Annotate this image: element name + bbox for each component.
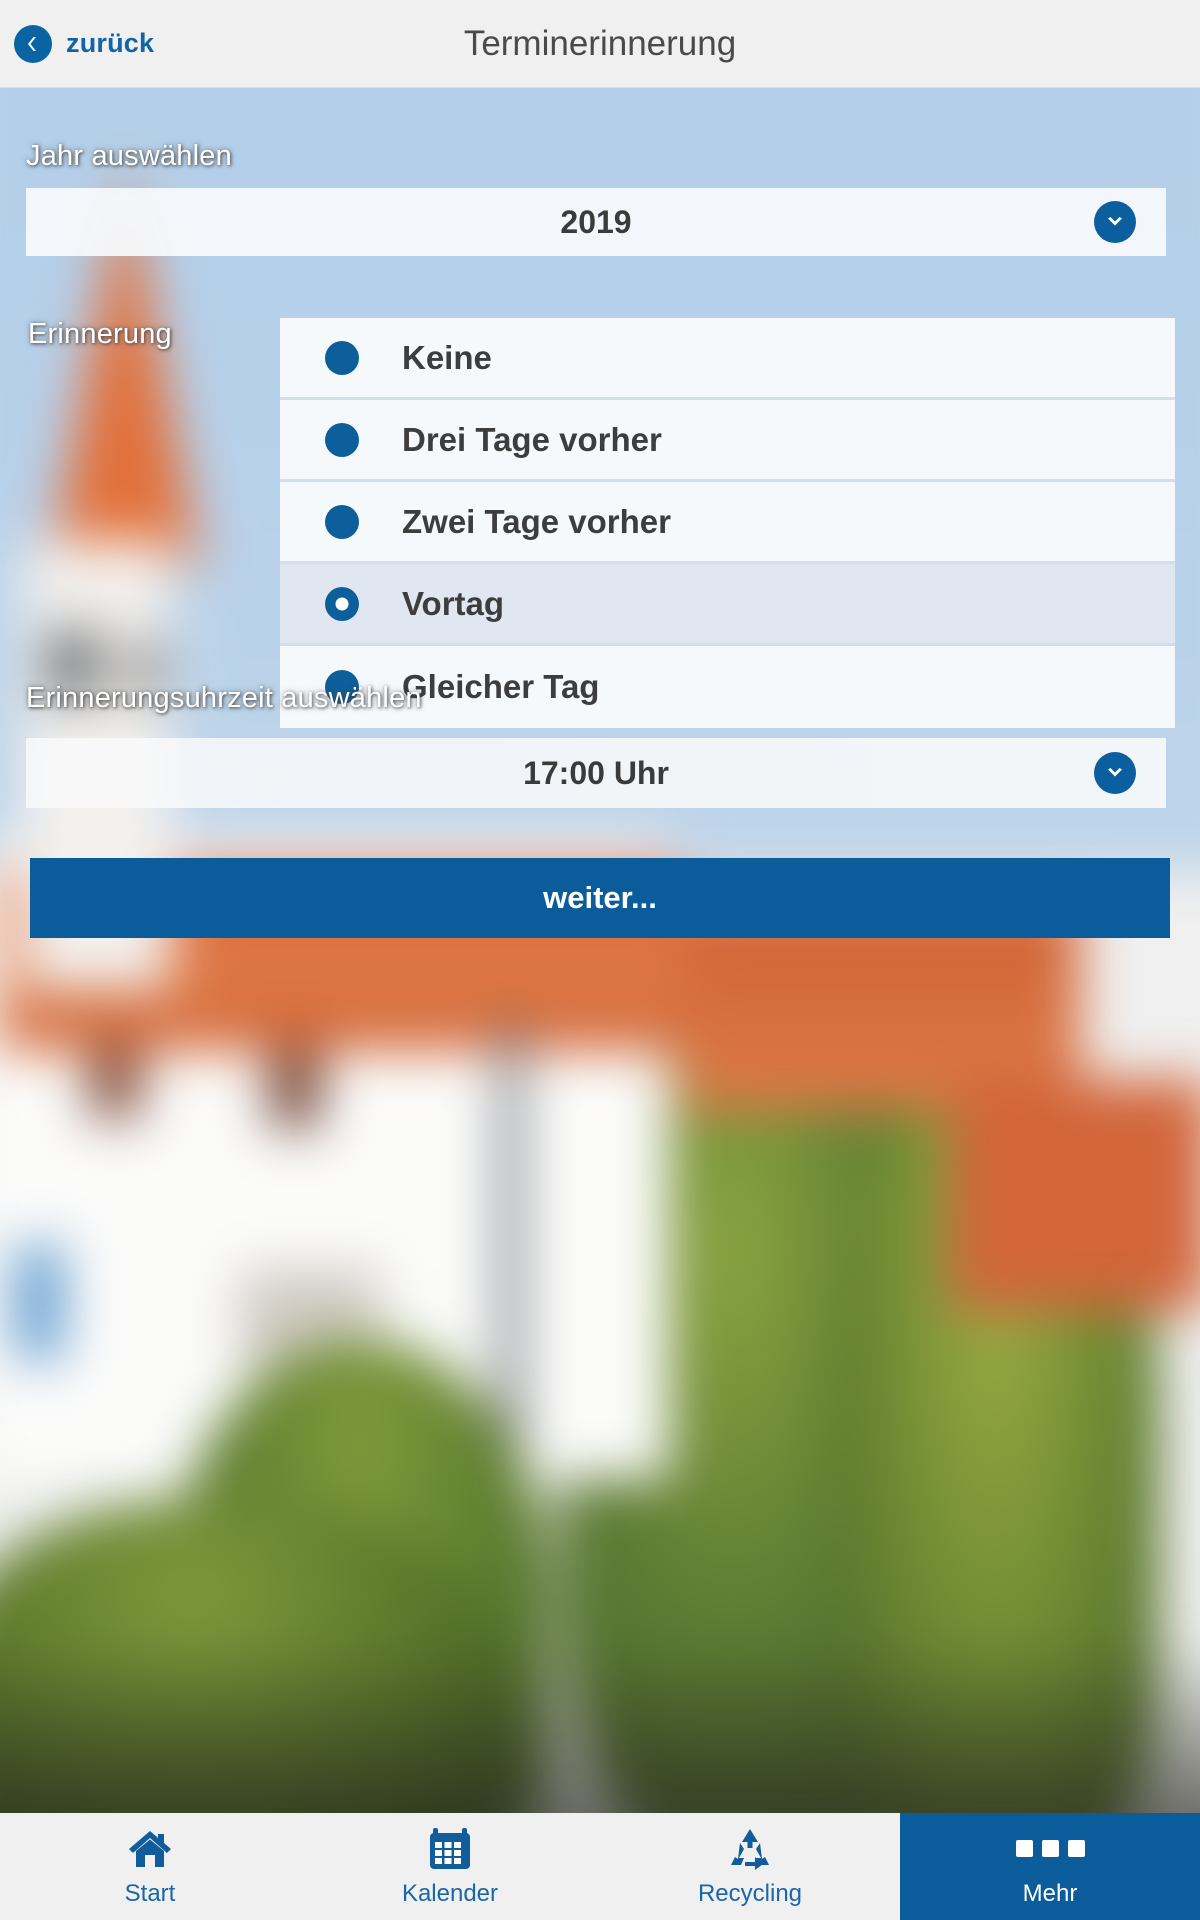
year-field-label: Jahr auswählen [26, 140, 232, 172]
radio-indicator [325, 340, 359, 375]
reminder-field-label: Erinnerung [28, 318, 172, 350]
back-button[interactable]: zurück [14, 24, 155, 63]
tab-label: Mehr [1022, 1879, 1078, 1907]
tab-mehr[interactable]: Mehr [900, 1813, 1200, 1920]
calendar-icon [428, 1826, 472, 1872]
chevron-left-icon [14, 24, 52, 63]
chevron-down-icon[interactable] [1094, 201, 1136, 243]
recycling-icon [727, 1826, 773, 1872]
radio-option-label: Drei Tage vorher [402, 420, 662, 458]
year-select-value: 2019 [560, 203, 632, 240]
radio-indicator [325, 504, 359, 539]
chevron-down-icon[interactable] [1094, 752, 1136, 794]
time-select-value: 17:00 Uhr [523, 754, 669, 791]
tab-start[interactable]: Start [0, 1813, 300, 1920]
radio-option-keine[interactable]: Keine [280, 318, 1175, 400]
tab-label: Recycling [697, 1879, 803, 1907]
radio-option-label: Vortag [402, 584, 505, 622]
radio-option-label: Keine [402, 338, 492, 376]
ellipsis-icon [1015, 1826, 1085, 1872]
radio-option-label: Gleicher Tag [402, 668, 600, 705]
bottom-tab-bar: Start Kalender Recycling Mehr [0, 1813, 1200, 1920]
weiter-button[interactable]: weiter... [30, 858, 1170, 938]
radio-option-drei-tage-vorher[interactable]: Drei Tage vorher [280, 400, 1175, 482]
radio-indicator [325, 422, 359, 457]
tab-label: Start [124, 1879, 176, 1907]
year-select[interactable]: 2019 [26, 188, 1166, 256]
time-select[interactable]: 17:00 Uhr [26, 738, 1166, 808]
tab-recycling[interactable]: Recycling [600, 1813, 900, 1920]
home-icon [127, 1826, 173, 1872]
radio-option-label: Zwei Tage vorher [402, 502, 671, 540]
back-button-label: zurück [66, 28, 155, 58]
tab-label: Kalender [401, 1879, 499, 1907]
radio-option-vortag[interactable]: Vortag [280, 564, 1175, 646]
page-title: Terminerinnerung [463, 23, 737, 63]
reminder-radio-group: Keine Drei Tage vorher Zwei Tage vorher … [280, 318, 1175, 728]
time-field-label: Erinnerungsuhrzeit auswählen [26, 682, 422, 714]
radio-option-zwei-tage-vorher[interactable]: Zwei Tage vorher [280, 482, 1175, 564]
app-screen: zurück Terminerinnerung Jahr auswählen 2… [0, 0, 1200, 1920]
app-header: zurück Terminerinnerung [0, 0, 1200, 88]
radio-indicator-selected [325, 586, 359, 621]
tab-kalender[interactable]: Kalender [300, 1813, 600, 1920]
main-content: Jahr auswählen 2019 Erinnerung Keine Dre… [0, 88, 1200, 1813]
